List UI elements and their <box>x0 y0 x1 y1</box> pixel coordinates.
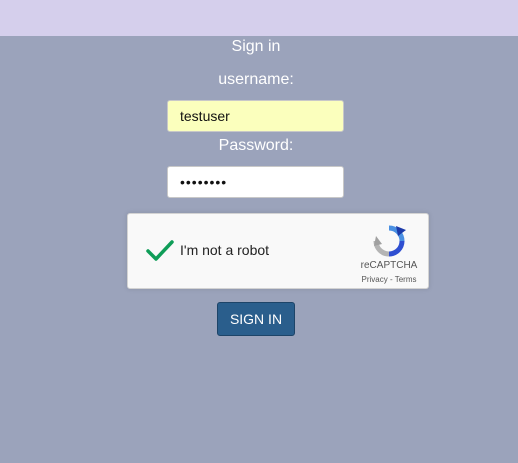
terms-link[interactable]: Terms <box>395 275 417 284</box>
recaptcha-checkbox[interactable] <box>144 234 176 266</box>
recaptcha-brand: reCAPTCHA <box>360 260 418 271</box>
privacy-link[interactable]: Privacy <box>362 275 388 284</box>
recaptcha-label: I'm not a robot <box>180 242 270 258</box>
form-title: Sign in <box>231 38 281 55</box>
recaptcha-links: Privacy - Terms <box>352 275 426 284</box>
links-separator: - <box>387 275 395 284</box>
password-label: Password: <box>218 137 294 154</box>
checkmark-icon <box>146 240 174 261</box>
username-label: username: <box>218 71 294 88</box>
recaptcha-widget: I'm not a robot reCAPTCHA Privacy - Term… <box>127 213 429 289</box>
recaptcha-logo-icon <box>373 225 406 257</box>
sign-in-button[interactable]: SIGN IN <box>217 302 295 336</box>
password-input[interactable] <box>167 166 344 198</box>
username-input[interactable] <box>167 100 344 132</box>
top-banner <box>0 0 518 36</box>
